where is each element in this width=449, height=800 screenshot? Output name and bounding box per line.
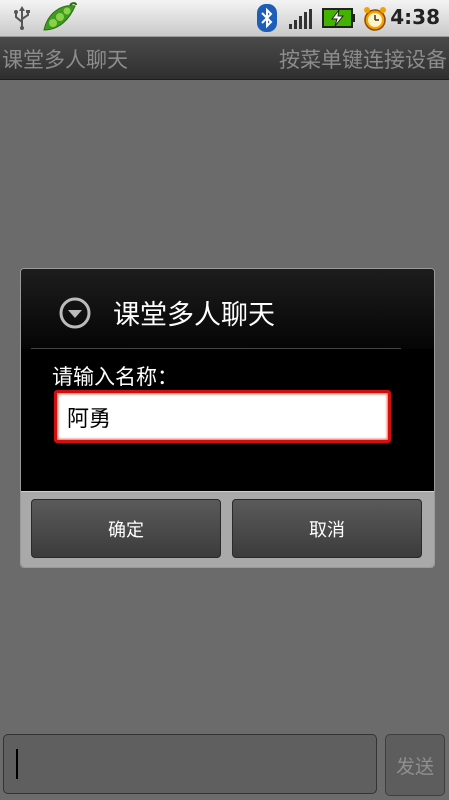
status-clock: 4:38 — [390, 5, 440, 29]
bluetooth-icon — [257, 4, 277, 32]
title-bar: 课堂多人聊天 按菜单键连接设备 — [0, 37, 449, 80]
name-prompt-label: 请输入名称： — [52, 365, 178, 389]
cancel-button[interactable]: 取消 — [232, 499, 422, 558]
dialog-title: 课堂多人聊天 — [113, 300, 275, 331]
name-dialog: 课堂多人聊天 请输入名称： 确定 取消 — [20, 268, 435, 568]
send-button[interactable]: 发送 — [385, 734, 445, 796]
app-subtitle: 按菜单键连接设备 — [279, 48, 447, 72]
dialog-header: 课堂多人聊天 — [21, 269, 434, 349]
dialog-divider — [31, 348, 401, 349]
signal-icon — [289, 9, 312, 29]
dropdown-circle-icon — [59, 297, 91, 329]
pea-app-icon — [43, 2, 77, 31]
message-input[interactable] — [3, 734, 377, 794]
text-cursor — [16, 749, 18, 779]
dialog-button-bar: 确定 取消 — [21, 491, 434, 567]
usb-icon — [14, 6, 30, 30]
ok-button[interactable]: 确定 — [31, 499, 221, 558]
bottom-input-bar: 发送 — [0, 730, 449, 800]
battery-charging-icon — [322, 8, 355, 28]
status-bar: 4:38 — [0, 0, 449, 37]
name-input[interactable] — [54, 390, 391, 443]
app-title: 课堂多人聊天 — [2, 48, 128, 72]
alarm-icon — [364, 7, 386, 31]
